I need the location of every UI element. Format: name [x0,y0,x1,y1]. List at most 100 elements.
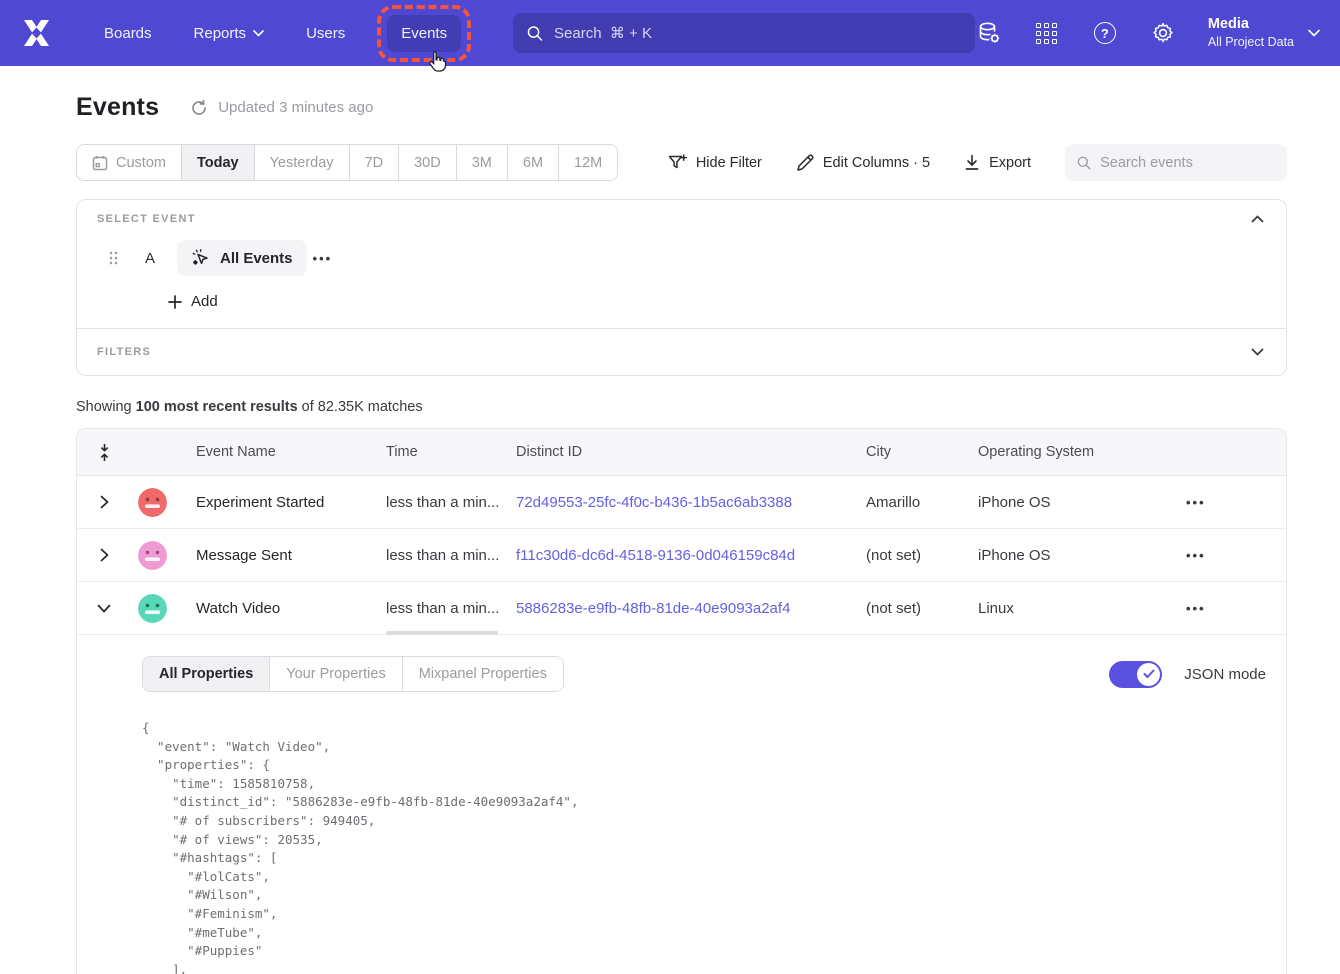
row-expander-button[interactable] [77,604,131,613]
collapse-section-button[interactable] [1249,213,1266,225]
segment-label: Custom [116,155,166,171]
table-rows: Experiment Started less than a min... 72… [77,476,1286,635]
data-management-icon[interactable] [976,20,1002,46]
city-cell: Amarillo [851,494,963,511]
distinct-id-link[interactable]: 72d49553-25fc-4f0c-b436-1b5ac6ab3388 [516,494,792,511]
segment-label: Today [197,155,239,171]
drag-handle-icon[interactable] [109,251,118,265]
segment-label: 3M [472,155,492,171]
download-icon [964,154,980,171]
time-cell: less than a min... [371,600,501,617]
selected-event-name: All Events [220,250,293,267]
json-mode-control: JSON mode [1109,661,1266,688]
select-event-section: SELECT EVENT A [77,200,1286,328]
results-summary: Showing 100 most recent results of 82.35… [76,399,1287,415]
row-more-options-button[interactable]: ••• [1180,544,1212,567]
filters-label: FILTERS [97,346,151,358]
tab-label: All Properties [159,666,253,682]
date-range-custom[interactable]: Custom [77,145,182,180]
tab-all-properties[interactable]: All Properties [143,657,270,691]
top-navbar: Boards Reports Users Events [0,0,1340,66]
help-icon[interactable]: ? [1092,20,1118,46]
events-table: Event Name Time Distinct ID City Operati… [76,428,1287,974]
json-content: { "event": "Watch Video", "properties": … [142,719,1266,974]
events-search[interactable] [1065,144,1287,181]
segment-label: Yesterday [270,155,334,171]
project-scope: All Project Data [1208,34,1294,51]
json-mode-toggle[interactable] [1109,661,1162,688]
chevron-up-icon [1251,215,1264,223]
table-row[interactable]: Watch Video less than a min... 5886283e-… [77,582,1286,635]
horizontal-scrollbar-thumb[interactable] [386,631,498,635]
edit-columns-label: Edit Columns · 5 [823,155,930,171]
row-more-options-button[interactable]: ••• [1180,597,1212,620]
plus-icon [168,295,182,309]
apps-grid-icon[interactable] [1034,20,1060,46]
date-range-12m[interactable]: 12M [559,145,617,180]
global-search-input[interactable] [554,25,961,42]
nav-item-events[interactable]: Events [387,15,461,52]
column-header-event-name: Event Name [181,444,371,460]
date-range-30d[interactable]: 30D [399,145,457,180]
export-button[interactable]: Export [964,154,1031,171]
collapse-all-button[interactable] [77,443,131,462]
nav-item-boards[interactable]: Boards [90,15,166,52]
date-range-6m[interactable]: 6M [508,145,559,180]
table-row[interactable]: Message Sent less than a min... f11c30d6… [77,529,1286,582]
nav-item-users[interactable]: Users [292,15,359,52]
all-events-selector[interactable]: All Events [177,240,307,276]
event-avatar [131,541,181,570]
add-event-button[interactable]: Add [168,293,218,310]
events-search-input[interactable] [1100,155,1275,171]
global-search[interactable] [513,13,975,53]
row-actions: ••• [1158,544,1286,567]
settings-gear-icon[interactable] [1150,20,1176,46]
export-label: Export [989,155,1031,171]
date-range-3m[interactable]: 3M [457,145,508,180]
annotation-highlight-box: Events [377,5,471,62]
select-event-label: SELECT EVENT [97,213,196,225]
segment-label: 6M [523,155,543,171]
expand-filters-button[interactable] [1249,346,1266,358]
nav-item-label: Users [306,25,345,42]
mixpanel-logo-icon[interactable] [20,16,54,50]
tab-your-properties[interactable]: Your Properties [270,657,402,691]
row-more-options-button[interactable]: ••• [1180,491,1212,514]
page-header: Events Updated 3 minutes ago [76,93,1287,122]
navbar-right: ? Media All Project Data [976,15,1320,51]
refresh-button[interactable] [190,99,208,117]
city-cell: (not set) [851,600,963,617]
page-title: Events [76,93,159,122]
tab-mixpanel-properties[interactable]: Mixpanel Properties [403,657,563,691]
segment-label: 12M [574,155,602,171]
nav-item-label: Reports [194,25,247,42]
refresh-icon [190,99,208,117]
properties-tabs: All Properties Your Properties Mixpanel … [142,656,564,692]
row-expander-button[interactable] [77,495,131,509]
table-row[interactable]: Experiment Started less than a min... 72… [77,476,1286,529]
filters-section[interactable]: FILTERS [77,329,1286,375]
date-range-7d[interactable]: 7D [350,145,400,180]
hide-filter-button[interactable]: Hide Filter [668,154,762,172]
project-switcher[interactable]: Media All Project Data [1208,15,1320,51]
results-highlight: 100 most recent results [136,399,298,415]
distinct-id-cell: f11c30d6-dc6d-4518-9136-0d046159c84d [501,547,851,564]
chevron-down-icon [97,604,111,613]
calendar-icon [92,155,108,171]
tab-label: Mixpanel Properties [419,666,547,682]
event-query-row: A [97,240,1266,276]
event-more-options-button[interactable]: ••• [307,247,339,270]
row-expander-button[interactable] [77,548,131,562]
add-label: Add [191,293,218,310]
date-range-today[interactable]: Today [182,145,255,180]
project-name: Media [1208,15,1294,34]
city-cell: (not set) [851,547,963,564]
row-actions: ••• [1158,491,1286,514]
distinct-id-link[interactable]: f11c30d6-dc6d-4518-9136-0d046159c84d [516,547,795,564]
pencil-icon [796,154,814,172]
column-header-city: City [851,444,963,460]
date-range-yesterday[interactable]: Yesterday [255,145,350,180]
distinct-id-link[interactable]: 5886283e-e9fb-48fb-81de-40e9093a2af4 [516,600,790,617]
nav-item-reports[interactable]: Reports [180,15,279,52]
edit-columns-button[interactable]: Edit Columns · 5 [796,154,930,172]
